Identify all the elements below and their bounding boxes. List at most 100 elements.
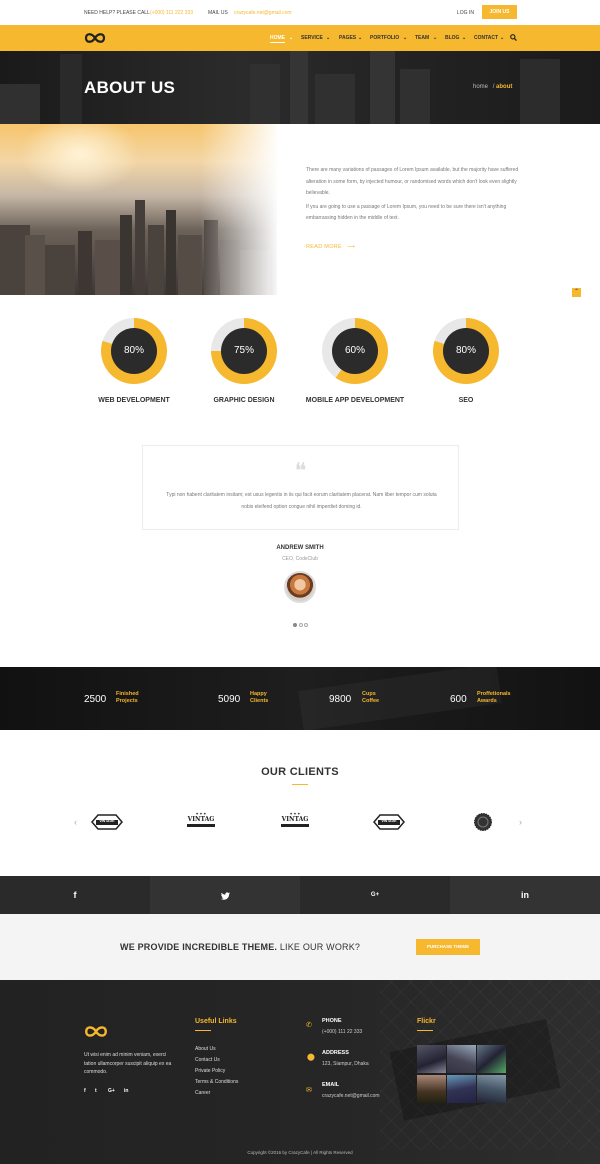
slider-dot-active[interactable]: [293, 623, 297, 627]
nav-home[interactable]: HOME: [270, 35, 285, 43]
mail-label: MAIL US: [208, 10, 228, 16]
quote-icon: ❝: [294, 459, 307, 484]
nav-service[interactable]: SERVICE: [301, 35, 323, 41]
skill-chart: 60%: [322, 318, 388, 384]
flickr-title: Flickr: [417, 1018, 436, 1025]
counter-number: 9800: [329, 694, 352, 705]
chevron-down-icon: ⌄: [462, 35, 467, 41]
nav-team[interactable]: TEAM: [415, 35, 429, 41]
client-logo[interactable]: [473, 812, 493, 834]
page-header: ABOUT US home / about: [0, 51, 600, 124]
skill-percent: 60%: [332, 328, 378, 374]
flickr-photo[interactable]: [417, 1075, 446, 1103]
breadcrumb: home / about: [473, 84, 512, 90]
main-nav: HOME ⌄ SERVICE ⌄ PAGES ⌄ PORTFOLIO ⌄ TEA…: [0, 25, 600, 51]
flickr-photo[interactable]: [477, 1075, 506, 1103]
facebook-icon[interactable]: f: [84, 1086, 86, 1097]
google-plus-link[interactable]: G+: [300, 876, 450, 914]
flickr-photo[interactable]: [477, 1045, 506, 1073]
client-logo[interactable]: VINTAGE: [372, 812, 406, 834]
scroll-top-button[interactable]: ⌃: [572, 288, 581, 297]
cta-bold: WE PROVIDE INCREDIBLE THEME.: [120, 942, 278, 952]
read-more-label: READ MORE: [306, 244, 343, 250]
logo-infinity-icon[interactable]: [84, 32, 106, 44]
nav-blog[interactable]: BLOG: [445, 35, 459, 41]
chevron-down-icon: ⌄: [500, 35, 505, 41]
flickr-photo[interactable]: [447, 1045, 476, 1073]
phone-icon: ✆: [306, 1022, 312, 1029]
slider-dot[interactable]: [299, 623, 303, 627]
counter-label: Happy Clients: [250, 691, 269, 704]
cta-rest: LIKE OUR WORK?: [277, 942, 361, 952]
testimonial-role: CEO, CodeClub: [282, 556, 318, 562]
counter-number: 5090: [218, 694, 241, 705]
title-underline: [292, 784, 308, 785]
testimonial-text: Typi non habent claritatem insitam; est …: [166, 492, 437, 510]
help-phone[interactable]: (+000) 111 222 333: [150, 10, 193, 16]
phone-value: (+000) 111 22 333: [322, 1029, 363, 1035]
help-text: NEED HELP? PLEASE CALL: [84, 10, 150, 16]
page-title: ABOUT US: [84, 78, 176, 97]
avatar: [284, 571, 316, 603]
mail-email[interactable]: crazycafe.net@gmail.com: [234, 10, 292, 16]
counter-label: Cups Coffee: [362, 691, 380, 704]
skill-chart: 75%: [211, 318, 277, 384]
read-more-link[interactable]: READ MORE ⟶: [306, 244, 355, 250]
cta-text: WE PROVIDE INCREDIBLE THEME. LIKE OUR WO…: [120, 942, 360, 952]
skill-chart: 80%: [433, 318, 499, 384]
testimonial-author: ANDREW SMITH: [276, 545, 324, 551]
flickr-photo[interactable]: [447, 1075, 476, 1103]
title-underline: [417, 1030, 433, 1031]
facebook-link[interactable]: f: [0, 876, 150, 914]
login-link[interactable]: LOG IN: [457, 10, 474, 16]
title-underline: [195, 1030, 211, 1031]
footer-about: Ut wisi enim ad minim veniam, exerci tat…: [84, 1052, 172, 1075]
linkedin-link[interactable]: in: [450, 876, 600, 914]
chevron-down-icon: ⌄: [289, 35, 294, 41]
twitter-icon[interactable]: t: [95, 1086, 97, 1097]
chevron-left-icon[interactable]: ‹: [74, 817, 77, 827]
email-value[interactable]: crazycafe.net@gmail.com: [322, 1093, 380, 1099]
chevron-down-icon: ⌄: [326, 35, 331, 41]
search-icon[interactable]: [510, 34, 517, 41]
about-paragraph: If you are going to use a passage of Lor…: [306, 203, 507, 222]
counter-number: 600: [450, 694, 467, 705]
breadcrumb-home[interactable]: home: [473, 84, 488, 90]
email-label: EMAIL: [322, 1082, 340, 1088]
purchase-theme-button[interactable]: PURCHASE THEME: [416, 939, 480, 955]
facebook-icon: f: [73, 890, 77, 900]
google-plus-icon[interactable]: G+: [108, 1086, 115, 1097]
linkedin-icon[interactable]: in: [124, 1086, 128, 1097]
join-button[interactable]: JOIN US: [482, 5, 517, 19]
footer-link[interactable]: Career: [195, 1088, 210, 1099]
nav-contact[interactable]: CONTACT: [474, 35, 498, 41]
chevron-down-icon: ⌄: [433, 35, 438, 41]
slider-dot[interactable]: [304, 623, 308, 627]
chevron-right-icon[interactable]: ›: [519, 817, 522, 827]
about-text: There are many variations of passages of…: [306, 165, 521, 225]
client-logo[interactable]: ✦ ✦ ✦ VINTAG: [187, 812, 215, 834]
footer-link[interactable]: Contact Us: [195, 1055, 220, 1066]
envelope-icon: ✉: [306, 1087, 312, 1094]
footer-link[interactable]: Terms & Conditions: [195, 1077, 238, 1088]
flickr-photo[interactable]: [417, 1045, 446, 1073]
twitter-link[interactable]: [150, 876, 300, 914]
counter-label: Finished Projects: [116, 691, 139, 704]
skill-percent: 80%: [111, 328, 157, 374]
clients-title: OUR CLIENTS: [261, 766, 339, 778]
footer-link[interactable]: About Us: [195, 1044, 216, 1055]
breadcrumb-current: about: [496, 84, 513, 90]
client-logo[interactable]: VINTAGE: [90, 812, 124, 834]
skill-percent: 80%: [443, 328, 489, 374]
chevron-down-icon: ⌄: [403, 35, 408, 41]
address-value: 123, Siampur, Dhaka: [322, 1061, 369, 1067]
footer-link[interactable]: Private Policy: [195, 1066, 225, 1077]
top-bar: NEED HELP? PLEASE CALL (+000) 111 222 33…: [0, 0, 600, 25]
nav-portfolio[interactable]: PORTFOLIO: [370, 35, 399, 41]
footer-logo-icon[interactable]: [84, 1025, 108, 1038]
address-label: ADDRESS: [322, 1050, 349, 1056]
client-logo[interactable]: ✦ ✦ ✦ VINTAG: [281, 812, 309, 834]
nav-pages[interactable]: PAGES: [339, 35, 356, 41]
client-seal-icon: [474, 813, 492, 831]
counter-label: Proffetionals Awards: [477, 691, 511, 704]
